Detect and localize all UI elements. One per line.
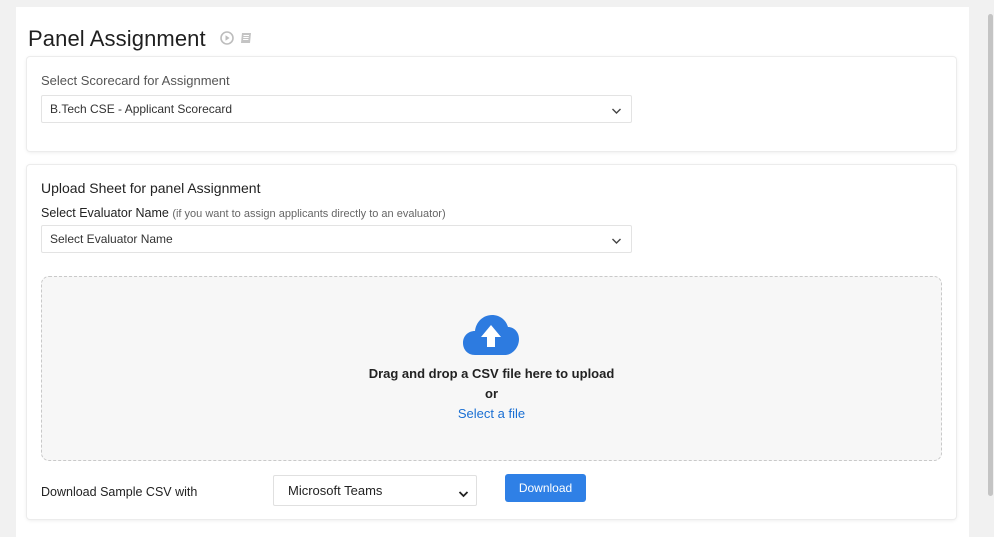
cloud-upload-icon [463,315,519,362]
page-scrollbar[interactable] [987,0,994,527]
page-container: Panel Assignment Select Scorecard for As… [16,7,969,537]
select-file-link[interactable]: Select a file [42,406,941,421]
chevron-down-icon [611,234,622,248]
evaluator-label-row: Select Evaluator Name (if you want to as… [41,206,446,220]
scorecard-select[interactable]: B.Tech CSE - Applicant Scorecard [41,95,632,123]
play-circle-icon[interactable] [219,31,234,50]
evaluator-select[interactable]: Select Evaluator Name [41,225,632,253]
dropzone-instruction: Drag and drop a CSV file here to upload [368,366,615,381]
sample-csv-label: Download Sample CSV with [41,485,198,499]
sample-platform-value: Microsoft Teams [288,483,383,498]
chevron-down-icon [458,486,469,501]
dropzone-or: or [485,386,498,401]
evaluator-hint: (if you want to assign applicants direct… [172,208,446,220]
scrollbar-thumb[interactable] [988,14,993,496]
page-header: Panel Assignment [28,25,253,53]
scorecard-label: Select Scorecard for Assignment [41,73,230,88]
csv-dropzone[interactable]: Drag and drop a CSV file here to upload … [41,276,942,461]
title-icons [219,31,253,50]
evaluator-label: Select Evaluator Name [41,206,169,220]
scorecard-select-value: B.Tech CSE - Applicant Scorecard [50,102,233,116]
evaluator-select-value: Select Evaluator Name [50,232,173,246]
upload-heading: Upload Sheet for panel Assignment [41,180,261,196]
upload-card: Upload Sheet for panel Assignment Select… [27,165,956,519]
sample-platform-select[interactable]: Microsoft Teams [273,475,477,506]
chevron-down-icon [611,104,622,118]
download-button[interactable]: Download [505,474,586,502]
book-icon[interactable] [239,31,253,50]
scorecard-card: Select Scorecard for Assignment B.Tech C… [27,57,956,151]
page-title: Panel Assignment [28,26,206,51]
